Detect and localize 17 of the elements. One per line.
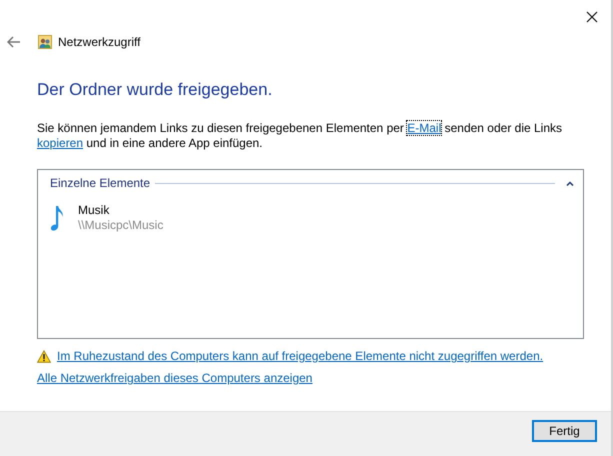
link[interactable]: kopieren: [37, 136, 84, 150]
collapse-caret-icon[interactable]: [566, 180, 574, 186]
heading: Der Ordner wurde freigegeben.: [37, 80, 274, 100]
link[interactable]: E-Mail: [407, 121, 442, 135]
group-title: Einzelne Elemente: [50, 176, 150, 190]
item-path: \\Musicpc\Music: [78, 218, 164, 233]
warning-icon: [37, 350, 51, 362]
music-note-icon: [50, 205, 64, 231]
description-text: Sie können jemandem Links zu diesen freigegebenen Elementen per E-Mail senden oder die Links kopieren und in eine andere App einfügen.: [37, 121, 564, 151]
item-name[interactable]: Musik: [78, 203, 164, 218]
sleep-warning-link[interactable]: Im Ruhezustand des Computers kann auf freigegebene Elemente nicht zugegriffen werden.: [57, 349, 544, 363]
finish-button[interactable]: Fertig: [532, 420, 597, 442]
window-title: Netzwerkzugriff: [58, 35, 140, 49]
close-icon[interactable]: [586, 11, 598, 23]
network-shares-link[interactable]: Alle Netzwerkfreigaben dieses Computers anzeigen: [37, 371, 312, 385]
network-users-icon: [38, 35, 52, 49]
back-arrow-icon[interactable]: [7, 36, 21, 48]
